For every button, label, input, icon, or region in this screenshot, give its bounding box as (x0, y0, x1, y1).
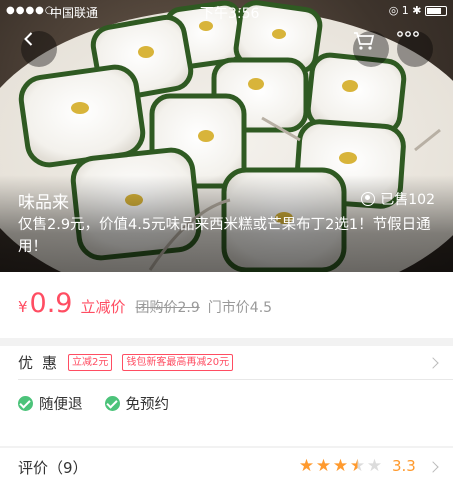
more-dots-icon (397, 31, 419, 37)
more-button[interactable] (397, 31, 433, 67)
guarantee-item: 免预约 (104, 393, 170, 414)
sold-count-text: 已售102 (380, 192, 435, 208)
status-bar: ●●●●○ 中国联通 下午3:56 ◎ 1 ✱ (0, 0, 453, 24)
guarantee-item: 随便退 (18, 393, 83, 414)
merchant-name: 味品来 (18, 193, 69, 213)
promo-tag: 钱包新客最高再减20元 (122, 354, 234, 371)
reviews-label: 评价（9） (18, 459, 88, 477)
user-icon (361, 192, 376, 206)
signal-strength: ●●●●○ (6, 5, 55, 16)
star-icon: ★ (332, 456, 349, 476)
status-right: ◎ 1 ✱ (389, 4, 447, 17)
divider (18, 379, 453, 380)
store-price: 门市价4.5 (207, 300, 273, 316)
chevron-right-icon (427, 461, 439, 473)
guarantee-label: 免预约 (125, 396, 170, 413)
star-rating: ★ ★ ★ ★ ★ (298, 456, 383, 476)
promotions-label: 优惠 (18, 354, 67, 372)
battery-icon (425, 6, 447, 16)
check-circle-icon (104, 395, 120, 411)
promo-tag: 立减2元 (68, 354, 113, 371)
price-section: ¥ 0.9 立减价 团购价2.9 门市价4.5 (0, 272, 453, 338)
chevron-right-icon (427, 356, 439, 369)
star-icon: ★ (298, 456, 315, 476)
star-icon: ★ (315, 456, 332, 476)
cart-icon (354, 32, 375, 50)
cart-button[interactable] (353, 31, 389, 67)
hero-image[interactable]: ●●●●○ 中国联通 下午3:56 ◎ 1 ✱ 味品来 已售102 仅售2.9元… (0, 0, 453, 272)
reviews-row[interactable]: 评价（9） ★ ★ ★ ★ ★ 3.3 (0, 448, 453, 489)
star-icon: ★ (366, 456, 383, 476)
carrier-name: 中国联通 (50, 6, 99, 20)
current-price: 0.9 (29, 288, 73, 319)
currency-symbol: ¥ (18, 298, 28, 316)
back-arrow-icon (24, 32, 33, 46)
guarantees-row: 随便退 免预约 (18, 386, 191, 420)
sold-count: 已售102 (361, 189, 435, 209)
promotions-row[interactable]: 优惠 立减2元 钱包新客最高再减20元 (0, 346, 453, 379)
promotions-section: 优惠 立减2元 钱包新客最高再减20元 随便退 免预约 (0, 346, 453, 446)
star-icon: ★ (349, 456, 366, 476)
status-icons: ◎ 1 ✱ (388, 4, 422, 17)
price-row: ¥ 0.9 立减价 团购价2.9 门市价4.5 (18, 288, 272, 319)
guarantee-label: 随便退 (39, 396, 83, 413)
group-price: 团购价2.9 (135, 300, 200, 316)
status-time: 下午3:56 (200, 6, 260, 22)
check-circle-icon (18, 395, 33, 411)
back-button[interactable] (21, 31, 57, 67)
discount-label: 立减价 (80, 298, 126, 316)
deal-description: 仅售2.9元，价值4.5元味品来西米糕或芒果布丁2选1！节假日通用！ (18, 217, 431, 255)
rating-value: 3.3 (392, 457, 416, 475)
